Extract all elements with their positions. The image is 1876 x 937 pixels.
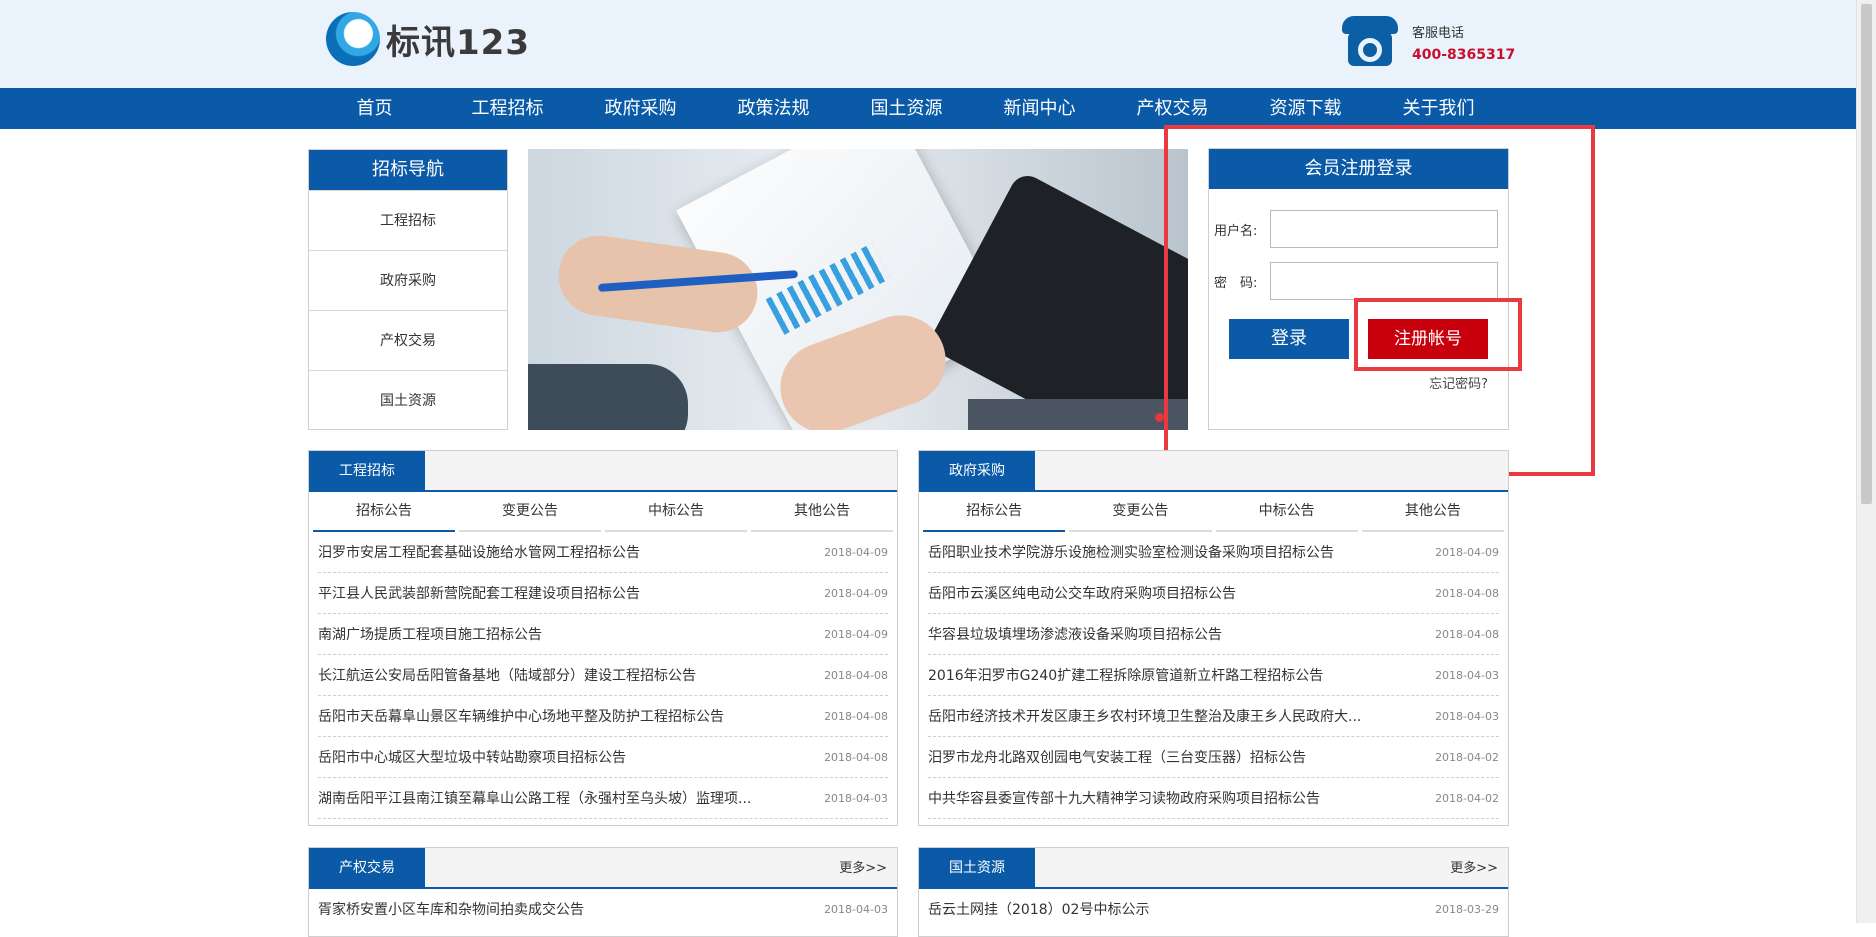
list-item[interactable]: 长江航运公安局岳阳管备基地（陆域部分）建设工程招标公告 2018-04-08 [318, 655, 888, 696]
list-item[interactable]: 岳云土网挂（2018）02号中标公示 2018-03-29 [928, 889, 1499, 929]
notice-date: 2018-04-08 [824, 709, 888, 723]
notice-date: 2018-04-08 [824, 750, 888, 764]
notice-date: 2018-03-29 [1435, 902, 1499, 916]
tab-change-notice[interactable]: 变更公告 [459, 492, 601, 532]
notice-title[interactable]: 南湖广场提质工程项目施工招标公告 [318, 624, 542, 644]
list-item[interactable]: 汨罗市安居工程配套基础设施给水管网工程招标公告 2018-04-09 [318, 532, 888, 573]
notice-date: 2018-04-02 [1435, 750, 1499, 764]
notice-date: 2018-04-08 [1435, 627, 1499, 641]
nav-government-procurement[interactable]: 政府采购 [574, 88, 707, 130]
list-item[interactable]: 岳阳市云溪区纯电动公交车政府采购项目招标公告 2018-04-08 [928, 573, 1499, 614]
notice-title[interactable]: 汨罗市安居工程配套基础设施给水管网工程招标公告 [318, 542, 640, 562]
notice-title[interactable]: 平江县人民武装部新营院配套工程建设项目招标公告 [318, 583, 640, 603]
list-item[interactable]: 湖南岳阳平江县南江镇至幕阜山公路工程（永强村至乌头坡）监理项... 2018-04… [318, 778, 888, 819]
vertical-scrollbar[interactable] [1856, 0, 1876, 923]
notice-title[interactable]: 岳阳市天岳幕阜山景区车辆维护中心场地平整及防护工程招标公告 [318, 706, 724, 726]
sidenav-title: 招标导航 [309, 150, 507, 190]
sidenav-item-engineering[interactable]: 工程招标 [309, 190, 507, 250]
notice-title[interactable]: 岳阳市经济技术开发区康王乡农村环境卫生整治及康王乡人民政府大... [928, 706, 1361, 726]
government-procurement-panel: 政府采购 招标公告 变更公告 中标公告 其他公告 岳阳职业技术学院游乐设施检测实… [918, 450, 1509, 826]
sidenav-item-procurement[interactable]: 政府采购 [309, 250, 507, 310]
tab-bid-notice[interactable]: 招标公告 [313, 492, 455, 532]
tab-change-notice[interactable]: 变更公告 [1069, 492, 1212, 532]
notice-title[interactable]: 岳云土网挂（2018）02号中标公示 [928, 899, 1149, 919]
list-item[interactable]: 2016年汨罗市G240扩建工程拆除原管道新立杆路工程招标公告 2018-04-0… [928, 655, 1499, 696]
tab-bid-notice[interactable]: 招标公告 [923, 492, 1066, 532]
notice-title[interactable]: 岳阳市云溪区纯电动公交车政府采购项目招标公告 [928, 583, 1236, 603]
banner-image[interactable] [528, 149, 1188, 430]
notice-title[interactable]: 长江航运公安局岳阳管备基地（陆域部分）建设工程招标公告 [318, 665, 696, 685]
hotline-number: 400-8365317 [1412, 46, 1516, 63]
nav-news[interactable]: 新闻中心 [973, 88, 1106, 130]
engineering-bidding-panel: 工程招标 招标公告 变更公告 中标公告 其他公告 汨罗市安居工程配套基础设施给水… [308, 450, 898, 826]
panel-title[interactable]: 工程招标 [309, 451, 425, 492]
notice-title[interactable]: 华容县垃圾填埋场渗滤液设备采购项目招标公告 [928, 624, 1222, 644]
list-item[interactable]: 岳阳市中心城区大型垃圾中转站勘察项目招标公告 2018-04-08 [318, 737, 888, 778]
notice-date: 2018-04-02 [1435, 791, 1499, 805]
tab-other-notice[interactable]: 其他公告 [1361, 492, 1504, 532]
nav-policies[interactable]: 政策法规 [707, 88, 840, 130]
property-trading-panel: 产权交易 更多>> 胥家桥安置小区车库和杂物间拍卖成交公告 2018-04-03 [308, 847, 898, 937]
bidding-side-navigation: 招标导航 工程招标 政府采购 产权交易 国土资源 [308, 149, 508, 430]
more-link[interactable]: 更多>> [839, 848, 887, 889]
tab-award-notice[interactable]: 中标公告 [1215, 492, 1358, 532]
land-resources-panel: 国土资源 更多>> 岳云土网挂（2018）02号中标公示 2018-03-29 [918, 847, 1509, 937]
nav-about[interactable]: 关于我们 [1372, 88, 1505, 130]
notice-date: 2018-04-03 [1435, 709, 1499, 723]
site-header: 标讯123 客服电话 400-8365317 [0, 0, 1856, 88]
notice-date: 2018-04-09 [824, 586, 888, 600]
notice-title[interactable]: 2016年汨罗市G240扩建工程拆除原管道新立杆路工程招标公告 [928, 665, 1323, 685]
notice-tabs: 招标公告 变更公告 中标公告 其他公告 [309, 492, 897, 532]
panel-title[interactable]: 政府采购 [919, 451, 1035, 492]
scrollbar-thumb[interactable] [1861, 4, 1872, 504]
notice-title[interactable]: 岳阳市中心城区大型垃圾中转站勘察项目招标公告 [318, 747, 626, 767]
sidenav-item-property[interactable]: 产权交易 [309, 310, 507, 370]
nav-property-trading[interactable]: 产权交易 [1106, 88, 1239, 130]
list-item[interactable]: 华容县垃圾填埋场渗滤液设备采购项目招标公告 2018-04-08 [928, 614, 1499, 655]
hotline: 客服电话 400-8365317 [1338, 14, 1515, 70]
list-item[interactable]: 中共华容县委宣传部十九大精神学习读物政府采购项目招标公告 2018-04-02 [928, 778, 1499, 819]
list-item[interactable]: 汨罗市龙舟北路双创园电气安装工程（三台变压器）招标公告 2018-04-02 [928, 737, 1499, 778]
panel-title[interactable]: 产权交易 [309, 848, 425, 889]
notice-date: 2018-04-08 [824, 668, 888, 682]
nav-home[interactable]: 首页 [308, 88, 441, 130]
panel-title[interactable]: 国土资源 [919, 848, 1035, 889]
notice-date: 2018-04-03 [1435, 668, 1499, 682]
notice-title[interactable]: 胥家桥安置小区车库和杂物间拍卖成交公告 [318, 899, 584, 919]
notice-title[interactable]: 中共华容县委宣传部十九大精神学习读物政府采购项目招标公告 [928, 788, 1320, 808]
notice-date: 2018-04-08 [1435, 586, 1499, 600]
notice-date: 2018-04-03 [824, 791, 888, 805]
main-navigation: 首页 工程招标 政府采购 政策法规 国土资源 新闻中心 产权交易 资源下载 关于… [0, 88, 1856, 129]
list-item[interactable]: 胥家桥安置小区车库和杂物间拍卖成交公告 2018-04-03 [318, 889, 888, 929]
notice-date: 2018-04-09 [824, 545, 888, 559]
notice-title[interactable]: 汨罗市龙舟北路双创园电气安装工程（三台变压器）招标公告 [928, 747, 1306, 767]
more-link[interactable]: 更多>> [1450, 848, 1498, 889]
notice-date: 2018-04-09 [1435, 545, 1499, 559]
highlight-box-register [1354, 298, 1522, 371]
logo-icon [326, 12, 380, 66]
list-item[interactable]: 平江县人民武装部新营院配套工程建设项目招标公告 2018-04-09 [318, 573, 888, 614]
list-item[interactable]: 岳阳市经济技术开发区康王乡农村环境卫生整治及康王乡人民政府大... 2018-04… [928, 696, 1499, 737]
list-item[interactable]: 南湖广场提质工程项目施工招标公告 2018-04-09 [318, 614, 888, 655]
tab-award-notice[interactable]: 中标公告 [605, 492, 747, 532]
nav-land-resources[interactable]: 国土资源 [840, 88, 973, 130]
carousel-dot[interactable] [1155, 413, 1164, 422]
telephone-icon [1338, 14, 1402, 70]
notice-tabs: 招标公告 变更公告 中标公告 其他公告 [919, 492, 1508, 532]
sidenav-item-land[interactable]: 国土资源 [309, 370, 507, 430]
hotline-label: 客服电话 [1412, 25, 1465, 41]
list-item[interactable]: 岳阳市天岳幕阜山景区车辆维护中心场地平整及防护工程招标公告 2018-04-08 [318, 696, 888, 737]
logo-text: 标讯123 [386, 22, 530, 63]
list-item[interactable]: 岳阳职业技术学院游乐设施检测实验室检测设备采购项目招标公告 2018-04-09 [928, 532, 1499, 573]
notice-title[interactable]: 湖南岳阳平江县南江镇至幕阜山公路工程（永强村至乌头坡）监理项... [318, 788, 751, 808]
notice-date: 2018-04-03 [824, 902, 888, 916]
nav-engineering-bidding[interactable]: 工程招标 [441, 88, 574, 130]
tab-other-notice[interactable]: 其他公告 [751, 492, 893, 532]
notice-title[interactable]: 岳阳职业技术学院游乐设施检测实验室检测设备采购项目招标公告 [928, 542, 1334, 562]
site-logo[interactable]: 标讯123 [326, 12, 530, 66]
notice-date: 2018-04-09 [824, 627, 888, 641]
nav-downloads[interactable]: 资源下载 [1239, 88, 1372, 130]
